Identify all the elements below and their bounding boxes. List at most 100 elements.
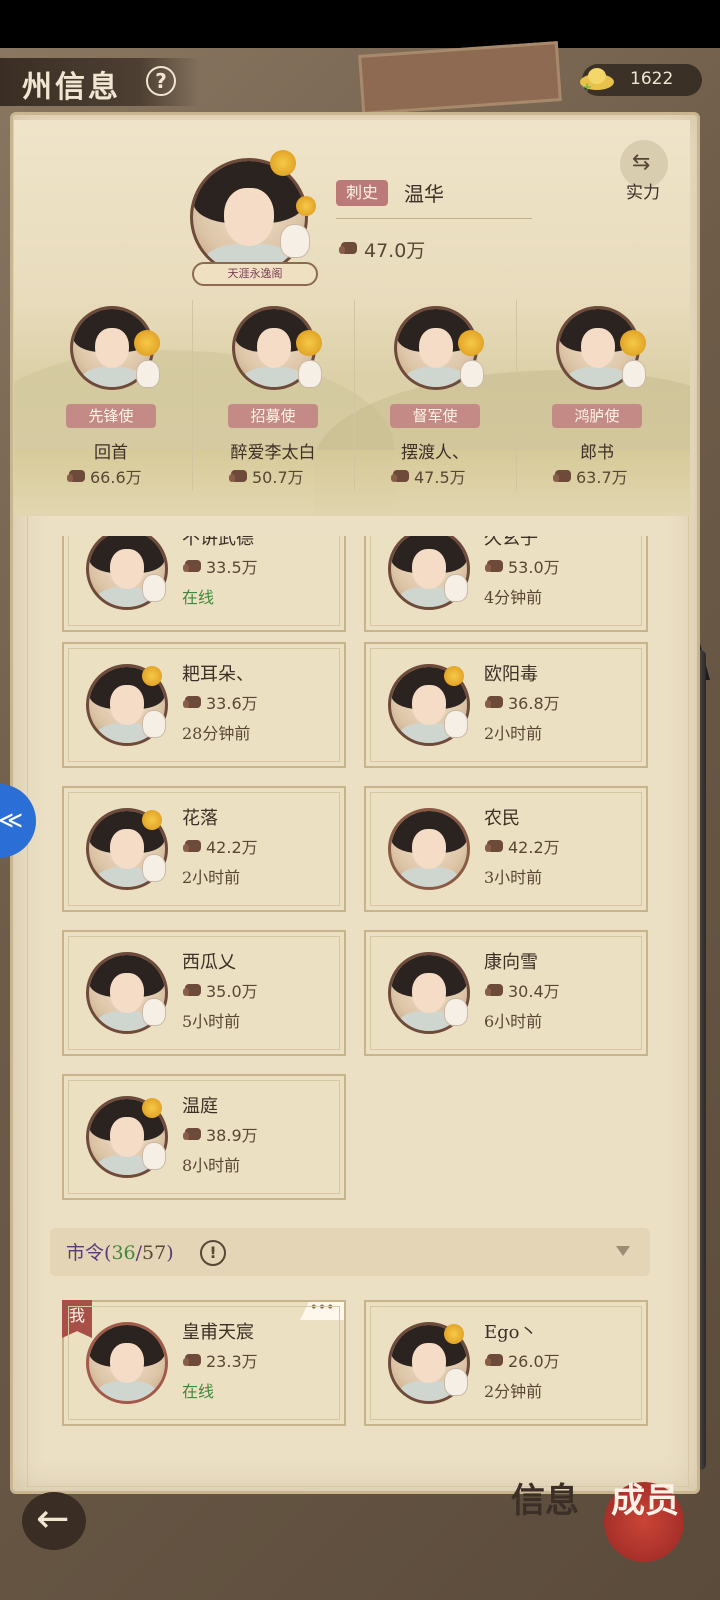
member-power: 30.4万 — [508, 982, 560, 1001]
member-card[interactable]: 农民 42.2万 3小时前 — [364, 786, 648, 912]
avatar-robe — [96, 1011, 158, 1031]
member-name: 康向雪 — [484, 952, 538, 973]
avatar-face — [110, 685, 144, 725]
member-status: 在线 — [182, 1382, 215, 1401]
avatar-robe — [242, 366, 306, 387]
leader-avatar[interactable] — [190, 158, 308, 276]
flower-decoration-icon — [296, 196, 316, 216]
member-card[interactable]: Ego丶 26.0万 2分钟前 — [364, 1300, 648, 1426]
officer-card[interactable]: 鸿胪使 郎书 63.7万 — [516, 300, 678, 496]
avatar-face — [256, 327, 292, 369]
member-power: 36.8万 — [508, 694, 560, 713]
avatar-face — [412, 973, 446, 1013]
flower-decoration-icon — [620, 330, 646, 356]
officer-name: 摆渡人、 — [401, 443, 469, 463]
svg-text:+: + — [582, 80, 592, 92]
title-banner: 州信息 ? — [0, 58, 200, 106]
flower-decoration-icon — [134, 330, 160, 356]
member-card[interactable]: 久玄子 53.0万 4分钟前 — [364, 536, 648, 632]
bunny-pet-icon — [142, 1142, 166, 1170]
member-name: 西瓜乂 — [182, 952, 236, 973]
avatar-face — [412, 829, 446, 869]
member-name: 不讲武德 — [182, 536, 254, 549]
member-card[interactable]: 温庭 38.9万 8小时前 — [62, 1074, 346, 1200]
flower-decoration-icon — [142, 666, 162, 686]
city-officials-section-header[interactable]: 市令(36/57) ! — [50, 1228, 650, 1276]
currency-display[interactable]: + 1622 — [580, 64, 702, 96]
member-status: 4分钟前 — [484, 588, 543, 607]
section-label: 市令 — [66, 1242, 105, 1264]
tab-members-label: 成员 — [611, 1481, 679, 1521]
power-fist-icon — [391, 470, 409, 482]
avatar-robe — [404, 366, 468, 387]
flower-decoration-icon — [270, 150, 296, 176]
member-avatar — [388, 952, 470, 1034]
info-icon[interactable]: ! — [200, 1240, 226, 1266]
avatar-face — [110, 549, 144, 589]
section-current-count: 36 — [111, 1242, 136, 1264]
gold-ingot-icon: + — [580, 68, 614, 92]
member-card[interactable]: 欧阳毒 36.8万 2小时前 — [364, 642, 648, 768]
bunny-pet-icon — [444, 710, 468, 738]
member-name: 温庭 — [182, 1096, 218, 1117]
officer-card[interactable]: 先锋使 回首 66.6万 — [30, 300, 192, 496]
bunny-pet-icon — [444, 574, 468, 602]
avatar-face — [224, 187, 274, 247]
flower-decoration-icon — [296, 330, 322, 356]
me-tag: 我 — [62, 1300, 92, 1338]
more-options-icon[interactable]: ••• — [300, 1302, 344, 1320]
avatar-face — [94, 327, 130, 369]
power-fist-icon — [485, 696, 503, 708]
officer-card[interactable]: 招募使 醉爱李太白 50.7万 — [192, 300, 354, 496]
member-power: 42.2万 — [508, 838, 560, 857]
leader-name: 温华 — [404, 182, 444, 206]
collapse-caret-icon[interactable] — [616, 1246, 630, 1256]
switch-sort-label[interactable]: 实力 — [626, 178, 660, 203]
tab-members[interactable]: 成员 — [600, 1478, 686, 1574]
officer-power: 47.5万 — [414, 468, 466, 487]
avatar-hair — [89, 667, 165, 709]
member-power: 53.0万 — [508, 558, 560, 577]
member-avatar — [388, 1322, 470, 1404]
member-list[interactable]: 不讲武德 33.5万 在线 久玄子 53.0万 4分钟前 耙耳朵、 33.6万 … — [14, 536, 690, 1484]
member-power: 42.2万 — [206, 838, 258, 857]
avatar-face — [580, 327, 616, 369]
avatar-face — [110, 1117, 144, 1157]
power-fist-icon — [485, 984, 503, 996]
avatar-robe — [398, 1381, 460, 1401]
member-card[interactable]: 花落 42.2万 2小时前 — [62, 786, 346, 912]
power-fist-icon — [183, 560, 201, 572]
member-card[interactable]: 我 ••• 皇甫天宸 23.3万 在线 — [62, 1300, 346, 1426]
member-card[interactable]: 耙耳朵、 33.6万 28分钟前 — [62, 642, 346, 768]
avatar-hair — [391, 955, 467, 997]
power-fist-icon — [183, 696, 201, 708]
member-card[interactable]: 不讲武德 33.5万 在线 — [62, 536, 346, 632]
member-avatar — [388, 664, 470, 746]
member-card[interactable]: 康向雪 30.4万 6小时前 — [364, 930, 648, 1056]
divider — [336, 218, 532, 219]
swap-icon: ⇆ — [632, 150, 651, 175]
flower-decoration-icon — [142, 1098, 162, 1118]
flower-decoration-icon — [444, 666, 464, 686]
page-title: 州信息 — [22, 70, 121, 105]
power-fist-icon — [485, 840, 503, 852]
officer-power: 63.7万 — [576, 468, 628, 487]
officer-card[interactable]: 督军使 摆渡人、 47.5万 — [354, 300, 516, 496]
help-icon[interactable]: ? — [146, 66, 176, 96]
avatar-robe — [566, 366, 630, 387]
member-status: 8小时前 — [182, 1156, 241, 1175]
currency-value: 1622 — [630, 69, 674, 89]
bunny-pet-icon — [142, 998, 166, 1026]
member-name: 皇甫天宸 — [182, 1322, 254, 1343]
officer-power: 66.6万 — [90, 468, 142, 487]
avatar-hair — [391, 1325, 467, 1367]
bunny-pet-icon — [142, 710, 166, 738]
back-arrow-icon[interactable]: ← — [36, 1496, 70, 1542]
member-avatar — [86, 1322, 168, 1404]
officer-role-tag: 先锋使 — [66, 404, 156, 428]
member-card[interactable]: 西瓜乂 35.0万 5小时前 — [62, 930, 346, 1056]
tab-info[interactable]: 信息 — [500, 1478, 586, 1574]
officer-role-tag: 招募使 — [228, 404, 318, 428]
avatar-hair — [89, 536, 165, 573]
avatar-hair — [391, 811, 467, 853]
